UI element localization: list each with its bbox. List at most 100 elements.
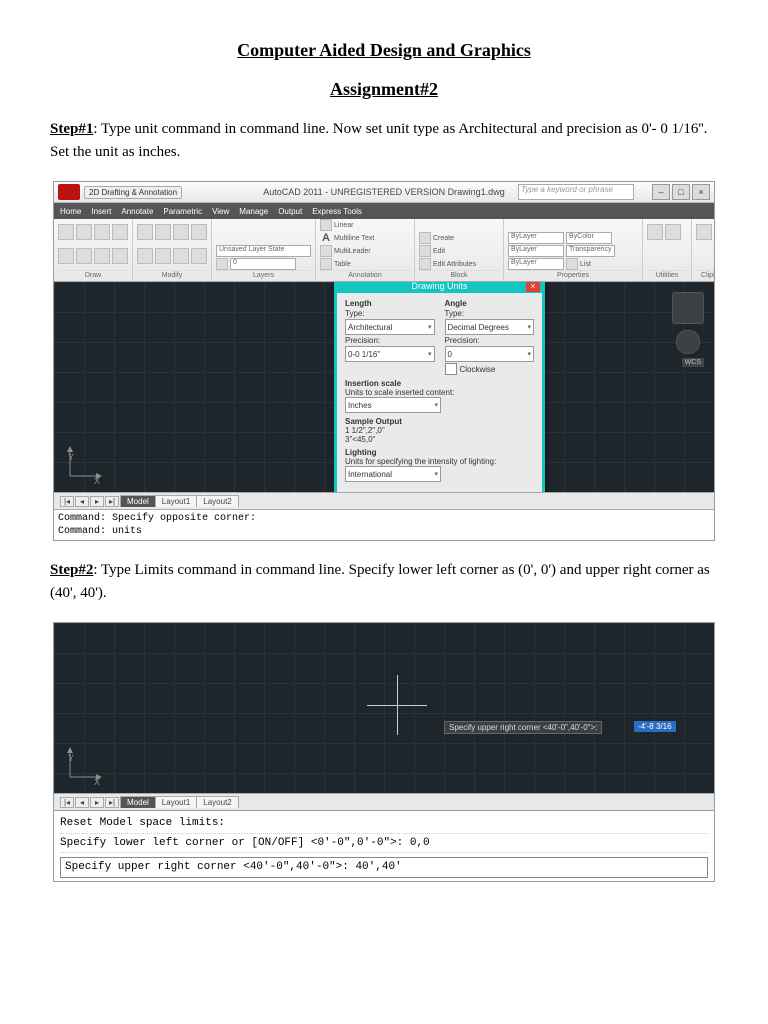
dynamic-coord: -4'-8 3/16 — [634, 721, 676, 732]
lighting-select[interactable]: International — [345, 466, 441, 482]
panel-clipboard: Clipboard — [696, 270, 714, 279]
prop-linetype[interactable]: ByLayer — [508, 232, 564, 244]
btn-edit[interactable]: Edit — [433, 248, 445, 255]
tab-parametric[interactable]: Parametric — [163, 207, 202, 216]
btn-mleader[interactable]: MultiLeader — [334, 248, 371, 255]
length-type-label: Type: — [345, 309, 435, 318]
panel-properties: Properties — [508, 270, 638, 279]
insertion-heading: Insertion scale — [345, 379, 401, 388]
prop-plot[interactable]: ByLayer — [508, 258, 564, 270]
dialog-title: Drawing Units× — [337, 282, 542, 293]
prop-color[interactable]: ByColor — [566, 232, 612, 244]
ucs-icon: YX — [64, 442, 104, 484]
maximize-button[interactable]: □ — [672, 184, 690, 200]
cmd2-line2: Specify lower left corner or [ON/OFF] <0… — [60, 834, 708, 854]
cmd2-line3: Specify upper right corner <40'-0",40'-0… — [60, 857, 708, 878]
tab-home[interactable]: Home — [60, 207, 81, 216]
minimize-button[interactable]: – — [652, 184, 670, 200]
layout-tabs: |◂ ◂ ▸ ▸| Model Layout1 Layout2 — [54, 492, 714, 509]
drawing-canvas-2[interactable]: YX Specify upper right corner <40'-0",40… — [54, 623, 714, 793]
btn-list[interactable]: List — [580, 261, 591, 268]
tab-insert[interactable]: Insert — [91, 207, 111, 216]
step1: Step#1: Type unit command in command lin… — [50, 118, 718, 163]
insertion-units-select[interactable]: Inches — [345, 397, 441, 413]
btn-mtext[interactable]: Multiline Text — [334, 235, 374, 242]
screenshot-2: YX Specify upper right corner <40'-0",40… — [53, 622, 715, 882]
btn-editattr[interactable]: Edit Attributes — [433, 261, 476, 268]
close-button[interactable]: × — [692, 184, 710, 200]
search-input[interactable]: Type a keyword or phrase — [518, 184, 634, 200]
step1-label: Step#1 — [50, 121, 93, 137]
ribbon-tabs: Home Insert Annotate Parametric View Man… — [54, 203, 714, 219]
panel-annotation: Annotation — [320, 270, 410, 279]
tab-nav-prev[interactable]: ◂ — [75, 496, 89, 507]
tab-model[interactable]: Model — [120, 495, 156, 507]
angle-prec-select[interactable]: 0 — [445, 346, 535, 362]
tab-layout1-2[interactable]: Layout1 — [155, 796, 197, 808]
drawing-canvas[interactable]: WCS YX Drawing Units× Length Type: Archi… — [54, 282, 714, 492]
angle-prec-label: Precision: — [445, 336, 535, 345]
btn-table[interactable]: Table — [334, 261, 351, 268]
layout-tabs-2: |◂ ◂ ▸ ▸| Model Layout1 Layout2 — [54, 793, 714, 810]
command-window-2[interactable]: Reset Model space limits: Specify lower … — [54, 810, 714, 881]
nav-wheel[interactable] — [676, 330, 700, 354]
viewcube[interactable] — [672, 292, 704, 324]
step2: Step#2: Type Limits command in command l… — [50, 559, 718, 604]
panel-block: Block — [419, 270, 499, 279]
tab-annotate[interactable]: Annotate — [121, 207, 153, 216]
ucs-icon-2: YX — [64, 743, 104, 785]
length-prec-select[interactable]: 0-0 1/16" — [345, 346, 435, 362]
panel-utilities: Utilities — [647, 270, 687, 279]
tab-layout1[interactable]: Layout1 — [155, 495, 197, 507]
length-type-select[interactable]: Architectural — [345, 319, 435, 335]
tab-nav-first-2[interactable]: |◂ — [60, 797, 74, 808]
tab-nav-prev-2[interactable]: ◂ — [75, 797, 89, 808]
doc-subtitle: Assignment#2 — [50, 79, 718, 100]
command-window-1[interactable]: Command: Specify opposite corner: Comman… — [54, 509, 714, 540]
panel-layers: Layers — [216, 270, 311, 279]
titlebar: 2D Drafting & Annotation AutoCAD 2011 - … — [54, 182, 714, 203]
tab-nav-next-2[interactable]: ▸ — [90, 797, 104, 808]
cmd1-line2: Command: units — [58, 525, 710, 538]
tab-nav-first[interactable]: |◂ — [60, 496, 74, 507]
tab-nav-last-2[interactable]: ▸| — [105, 797, 119, 808]
tab-nav-last[interactable]: ▸| — [105, 496, 119, 507]
cmd1-line1: Command: Specify opposite corner: — [58, 512, 710, 525]
tab-express[interactable]: Express Tools — [312, 207, 362, 216]
tab-manage[interactable]: Manage — [239, 207, 268, 216]
prop-lweight[interactable]: ByLayer — [508, 245, 564, 257]
sample-heading: Sample Output — [345, 417, 402, 426]
dynamic-prompt: Specify upper right corner <40'-0",40'-0… — [444, 721, 602, 734]
ribbon: Draw Modify Unsaved Layer State0 Layers … — [54, 219, 714, 282]
layer-select[interactable]: 0 — [230, 258, 296, 270]
cmd2-line1: Reset Model space limits: — [60, 814, 708, 834]
wcs-label: WCS — [682, 358, 704, 367]
tab-model-2[interactable]: Model — [120, 796, 156, 808]
layer-state-select[interactable]: Unsaved Layer State — [216, 245, 311, 257]
btn-linear[interactable]: Linear — [334, 222, 353, 229]
step2-label: Step#2 — [50, 562, 93, 578]
panel-modify: Modify — [137, 270, 207, 279]
dialog-close-button[interactable]: × — [526, 282, 540, 292]
lighting-text: Units for specifying the intensity of li… — [345, 457, 496, 466]
drawing-units-dialog: Drawing Units× Length Type: Architectura… — [334, 282, 545, 492]
step1-body: : Type unit command in command line. Now… — [50, 121, 708, 160]
doc-title: Computer Aided Design and Graphics — [50, 40, 718, 61]
sample-2: 3"<45,0" — [345, 435, 375, 444]
sample-1: 1 1/2",2",0" — [345, 426, 385, 435]
step2-body: : Type Limits command in command line. S… — [50, 562, 710, 601]
tab-layout2[interactable]: Layout2 — [196, 495, 238, 507]
btn-create[interactable]: Create — [433, 235, 454, 242]
clockwise-checkbox[interactable]: Clockwise — [445, 363, 535, 375]
angle-heading: Angle — [445, 299, 535, 308]
tab-nav-next[interactable]: ▸ — [90, 496, 104, 507]
prop-transp[interactable]: Transparency — [566, 245, 615, 257]
insertion-text: Units to scale inserted content: — [345, 388, 454, 397]
lighting-heading: Lighting — [345, 448, 377, 457]
screenshot-1: 2D Drafting & Annotation AutoCAD 2011 - … — [53, 181, 715, 541]
angle-type-select[interactable]: Decimal Degrees — [445, 319, 535, 335]
length-prec-label: Precision: — [345, 336, 435, 345]
tab-view[interactable]: View — [212, 207, 229, 216]
tab-output[interactable]: Output — [278, 207, 302, 216]
tab-layout2-2[interactable]: Layout2 — [196, 796, 238, 808]
